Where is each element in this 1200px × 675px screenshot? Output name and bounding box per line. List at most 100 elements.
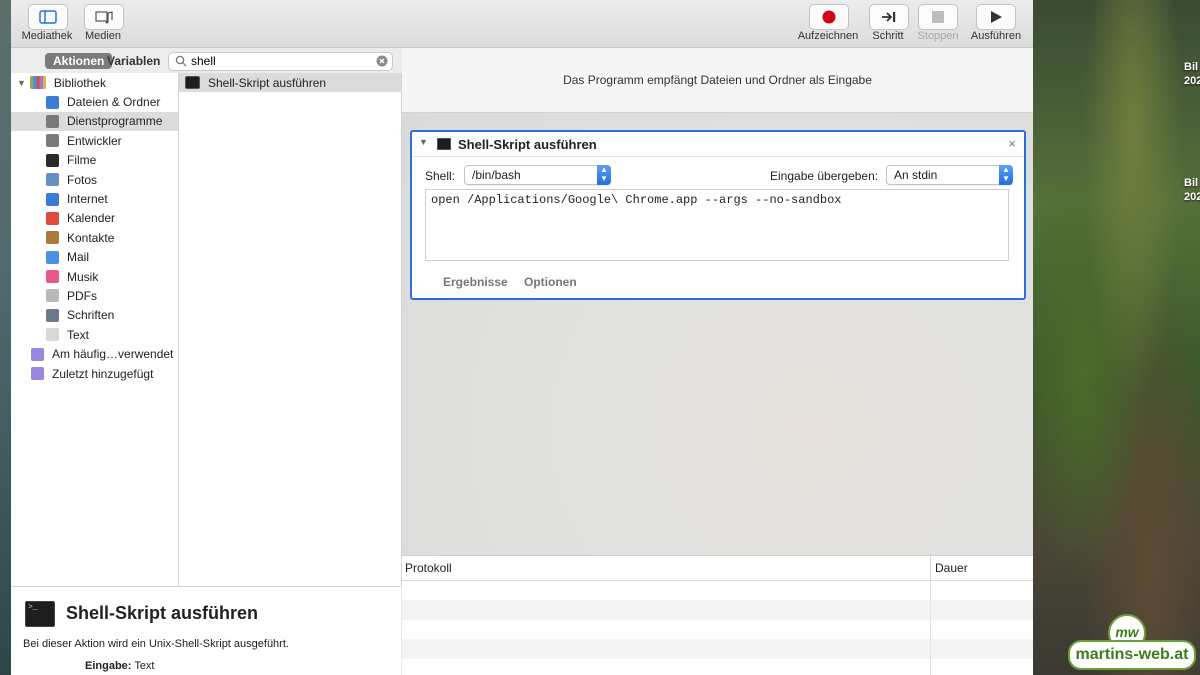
stop-button[interactable] <box>918 4 958 30</box>
category-icon <box>46 231 59 245</box>
category-label: Text <box>67 327 90 342</box>
pass-input-label: Eingabe übergeben: <box>770 169 879 183</box>
log-panel: Protokoll Dauer <box>402 555 1033 675</box>
desktop-wallpaper-left <box>0 0 11 675</box>
category-label: Mail <box>67 250 90 265</box>
desktop-file-label[interactable]: Bil 202 <box>1184 60 1200 88</box>
category-icon <box>46 270 59 284</box>
category-label: Am häufig…verwendet <box>52 347 174 362</box>
record-button[interactable] <box>809 4 849 30</box>
description-input-label: Eingabe: <box>85 660 132 672</box>
category-icon <box>46 95 59 109</box>
category-item[interactable]: Fotos <box>11 170 178 189</box>
shell-select[interactable]: /bin/bash ▲ ▼ <box>464 165 611 185</box>
category-item[interactable]: Text <box>11 325 178 344</box>
media-icon <box>95 11 113 24</box>
brand-watermark: martins-web.at <box>1068 640 1196 670</box>
category-label: Filme <box>67 153 97 168</box>
category-icon <box>46 289 59 303</box>
record-icon <box>822 10 836 24</box>
category-item[interactable]: Schriften <box>11 306 178 325</box>
category-icon <box>31 367 44 381</box>
category-icon <box>46 308 59 322</box>
log-header: Protokoll Dauer <box>402 556 1033 581</box>
category-label: Zuletzt hinzugefügt <box>52 366 154 381</box>
run-button[interactable] <box>976 4 1016 30</box>
action-list-item[interactable]: Shell-Skript ausführen <box>179 73 401 93</box>
smart-group-item[interactable]: Zuletzt hinzugefügt <box>11 364 178 383</box>
chevron-updown-icon: ▲ ▼ <box>597 165 611 185</box>
category-root-label: Bibliothek <box>53 75 106 90</box>
shell-script-action[interactable]: ▼ Shell-Skript ausführen × Shell: /bin/b… <box>410 130 1026 300</box>
clear-search-icon[interactable] <box>376 55 388 67</box>
close-icon[interactable]: × <box>1008 136 1016 151</box>
category-item[interactable]: Musik <box>11 267 178 286</box>
category-icon <box>46 211 59 225</box>
search-input[interactable] <box>191 54 366 68</box>
description-input-value: Text <box>134 660 155 672</box>
toolbar: Mediathek Medien Aufzeichnen Schritt Sto… <box>11 0 1033 48</box>
workflow-area[interactable]: Das Programm empfängt Dateien und Ordner… <box>402 48 1033 555</box>
media-button[interactable] <box>84 4 124 30</box>
description-title: Shell-Skript ausführen <box>66 603 259 623</box>
automator-window: Mediathek Medien Aufzeichnen Schritt Sto… <box>11 0 1033 675</box>
desktop-file-label[interactable]: Bil 202 <box>1184 176 1200 204</box>
search-field[interactable] <box>168 52 393 71</box>
pass-input-select[interactable]: An stdin ▲ ▼ <box>886 165 1013 185</box>
tab-options[interactable]: Optionen <box>524 275 577 289</box>
action-description-panel: >_ Shell-Skript ausführen Bei dieser Akt… <box>11 586 401 675</box>
category-item[interactable]: Filme <box>11 151 178 170</box>
category-label: Dienstprogramme <box>67 114 163 129</box>
tab-results[interactable]: Ergebnisse <box>443 275 508 289</box>
media-label: Medien <box>84 30 122 42</box>
shell-label: Shell: <box>425 169 456 183</box>
category-item[interactable]: Kontakte <box>11 228 178 247</box>
script-editor[interactable]: open /Applications/Google\ Chrome.app --… <box>425 189 1009 261</box>
collapse-triangle-icon[interactable]: ▼ <box>419 137 428 147</box>
stop-icon <box>932 11 944 23</box>
smart-group-item[interactable]: Am häufig…verwendet <box>11 344 178 363</box>
category-item[interactable]: Mail <box>11 248 178 267</box>
tab-variables[interactable]: Variablen <box>99 53 168 69</box>
library-sidebar-icon <box>39 10 57 24</box>
category-label: Musik <box>67 269 99 284</box>
log-row-stripe <box>402 600 1033 620</box>
category-root[interactable]: ▼ Bibliothek <box>11 73 178 92</box>
play-icon <box>991 11 1002 23</box>
terminal-icon: >_ <box>25 601 55 627</box>
library-toggle-button[interactable] <box>28 4 68 30</box>
category-label: Entwickler <box>67 133 122 148</box>
step-button[interactable] <box>869 4 909 30</box>
category-item[interactable]: Dateien & Ordner <box>11 92 178 111</box>
category-item[interactable]: Kalender <box>11 209 178 228</box>
search-icon <box>175 55 187 67</box>
category-item[interactable]: Dienstprogramme <box>11 111 178 132</box>
run-label: Ausführen <box>970 30 1022 42</box>
chevron-updown-icon: ▲ ▼ <box>999 165 1013 185</box>
category-item[interactable]: Internet <box>11 189 178 208</box>
category-icon <box>46 114 59 128</box>
terminal-icon <box>185 76 200 90</box>
category-list: ▼ Bibliothek Dateien & Ordner Dienstprogr… <box>11 73 179 586</box>
category-icon <box>46 134 59 148</box>
category-label: Internet <box>67 192 108 207</box>
step-label: Schritt <box>872 30 904 42</box>
category-label: Dateien & Ordner <box>67 95 161 110</box>
category-label: Schriften <box>67 308 115 323</box>
category-icon <box>46 328 59 342</box>
category-item[interactable]: Entwickler <box>11 131 178 150</box>
log-row-stripe <box>402 639 1033 659</box>
category-icon <box>46 250 59 264</box>
workflow-input-header: Das Programm empfängt Dateien und Ordner… <box>402 48 1033 113</box>
log-column-duration[interactable]: Dauer <box>935 561 968 575</box>
record-label: Aufzeichnen <box>797 30 859 42</box>
disclosure-triangle-icon[interactable]: ▼ <box>17 78 26 88</box>
log-column-protocol[interactable]: Protokoll <box>405 561 452 575</box>
description-input-row: Eingabe: Text <box>85 660 155 672</box>
desktop-wallpaper <box>1033 0 1200 675</box>
category-item[interactable]: PDFs <box>11 286 178 305</box>
step-icon <box>882 12 896 22</box>
library-books-icon <box>29 76 46 90</box>
category-icon <box>46 173 59 187</box>
action-list-item-label: Shell-Skript ausführen <box>208 75 327 90</box>
